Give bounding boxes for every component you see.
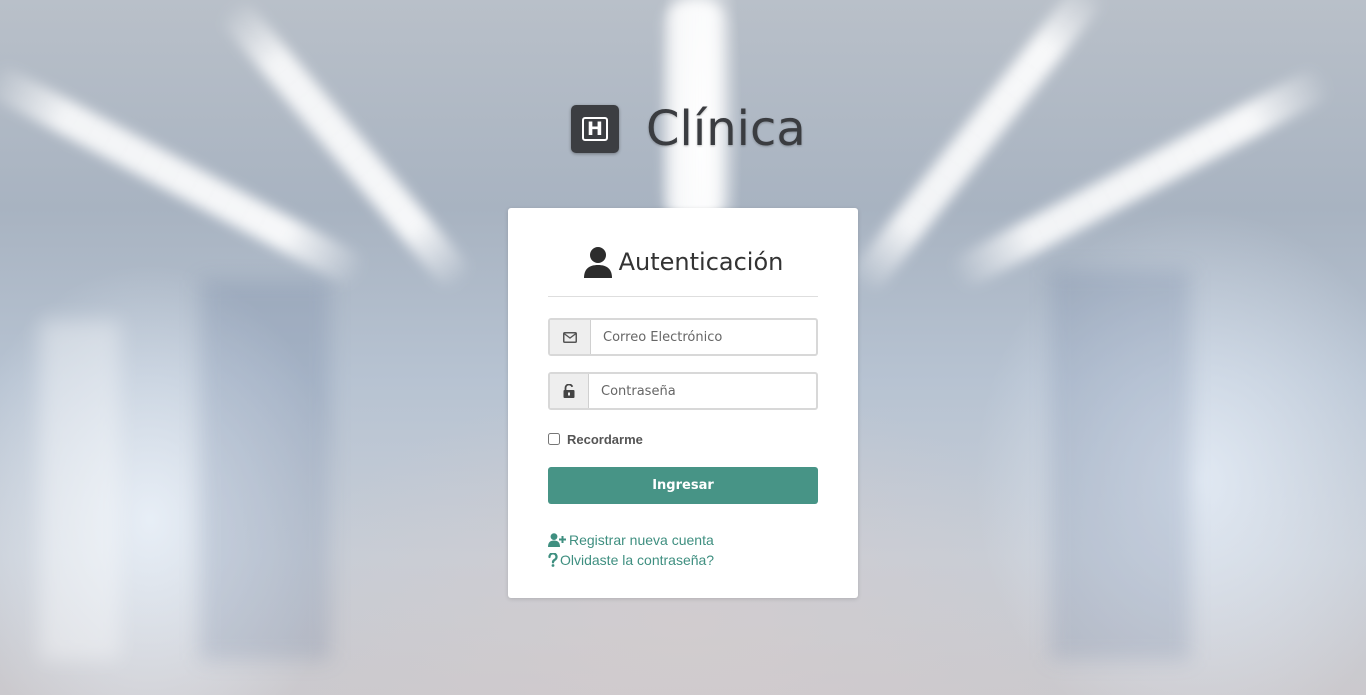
remember-row: Recordarme — [548, 430, 818, 448]
hospital-logo-icon: H — [571, 105, 619, 153]
forgot-link-label: Olvidaste la contraseña? — [560, 552, 715, 568]
question-icon — [548, 553, 560, 567]
brand-name: Clínica — [646, 101, 806, 157]
login-card: Autenticación Recordarme Ingresar — [508, 208, 858, 598]
remember-label[interactable]: Recordarme — [567, 432, 643, 447]
password-input-group — [548, 372, 818, 410]
register-link[interactable]: Registrar nueva cuenta — [548, 530, 818, 550]
unlock-icon — [550, 374, 589, 408]
user-icon — [583, 246, 613, 278]
email-field[interactable] — [591, 320, 816, 354]
user-plus-icon — [548, 533, 569, 547]
header-divider — [548, 296, 818, 297]
logo-letter: H — [582, 117, 608, 141]
login-button[interactable]: Ingresar — [548, 467, 818, 504]
brand-header: H Clínica — [571, 104, 806, 154]
auth-links: Registrar nueva cuenta Olvidaste la cont… — [548, 530, 818, 570]
login-header: Autenticación — [548, 244, 818, 280]
register-link-label: Registrar nueva cuenta — [569, 532, 714, 548]
login-title: Autenticación — [618, 248, 784, 276]
forgot-password-link[interactable]: Olvidaste la contraseña? — [548, 550, 818, 570]
envelope-icon — [550, 320, 591, 354]
remember-checkbox[interactable] — [548, 433, 560, 445]
password-field[interactable] — [589, 374, 816, 408]
email-input-group — [548, 318, 818, 356]
